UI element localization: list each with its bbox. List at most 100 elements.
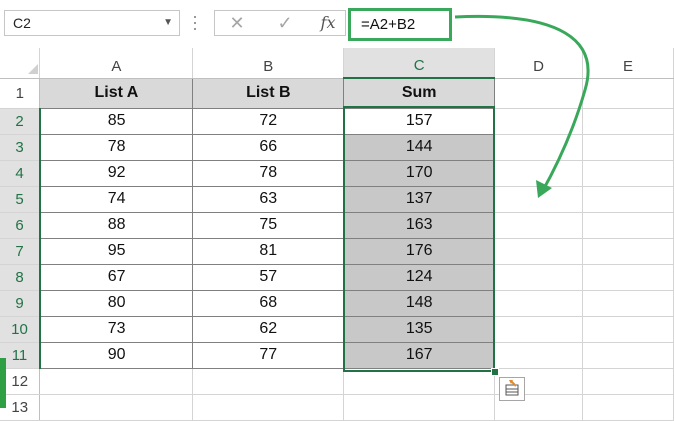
cell-c11[interactable]: 167	[343, 341, 496, 369]
table-row: 10 73 62 135	[0, 315, 674, 343]
cell-a9[interactable]: 80	[39, 289, 194, 317]
row-header-2[interactable]: 2	[0, 108, 41, 135]
chevron-down-icon[interactable]: ▼	[163, 11, 173, 35]
cell-d3[interactable]	[494, 134, 584, 161]
cell-b4[interactable]: 78	[192, 159, 345, 187]
cell-c13[interactable]	[343, 394, 496, 421]
name-box[interactable]: C2 ▼	[4, 10, 180, 36]
cell-c9[interactable]: 148	[343, 289, 496, 317]
cell-b8[interactable]: 57	[192, 263, 345, 291]
cell-e1[interactable]	[582, 78, 674, 109]
cell-b5[interactable]: 63	[192, 185, 345, 213]
cell-e5[interactable]	[582, 186, 674, 213]
cell-b12[interactable]	[192, 368, 345, 395]
fill-handle[interactable]	[491, 368, 499, 376]
header-cell-list-a[interactable]: List A	[39, 77, 194, 109]
row-header-5[interactable]: 5	[0, 186, 41, 213]
cell-a13[interactable]	[39, 394, 194, 421]
insert-function-icon[interactable]: fx	[315, 11, 341, 35]
column-header-e[interactable]: E	[582, 48, 674, 79]
cell-e6[interactable]	[582, 212, 674, 239]
formula-input[interactable]: =A2+B2	[348, 8, 452, 41]
cell-a7[interactable]: 95	[39, 237, 194, 265]
cell-d5[interactable]	[494, 186, 584, 213]
cell-e11[interactable]	[582, 342, 674, 369]
spreadsheet-grid: A B C D E 1 List A List B Sum 2 85 72 15…	[0, 48, 674, 421]
cell-a5[interactable]: 74	[39, 185, 194, 213]
cell-c4[interactable]: 170	[343, 159, 496, 187]
cell-c12[interactable]	[343, 368, 496, 395]
column-header-b[interactable]: B	[192, 48, 345, 79]
cancel-icon[interactable]: ✕	[225, 11, 249, 35]
cell-e10[interactable]	[582, 316, 674, 343]
cell-d6[interactable]	[494, 212, 584, 239]
enter-icon[interactable]: ✓	[273, 11, 297, 35]
column-header-d[interactable]: D	[494, 48, 584, 79]
formula-buttons: ✕ ✓ fx	[214, 10, 346, 36]
cell-d1[interactable]	[494, 78, 584, 109]
cell-d2[interactable]	[494, 108, 584, 135]
cell-a2[interactable]: 85	[39, 107, 194, 135]
sheet-edge-indicator	[0, 358, 6, 408]
row-header-4[interactable]: 4	[0, 160, 41, 187]
row-header-8[interactable]: 8	[0, 264, 41, 291]
column-header-a[interactable]: A	[39, 48, 194, 79]
cell-e3[interactable]	[582, 134, 674, 161]
row-header-3[interactable]: 3	[0, 134, 41, 161]
cell-e2[interactable]	[582, 108, 674, 135]
column-header-c[interactable]: C	[343, 48, 496, 79]
table-row: 4 92 78 170	[0, 159, 674, 187]
cell-d10[interactable]	[494, 316, 584, 343]
cell-c5[interactable]: 137	[343, 185, 496, 213]
cell-a6[interactable]: 88	[39, 211, 194, 239]
cell-b3[interactable]: 66	[192, 133, 345, 161]
row-header-9[interactable]: 9	[0, 290, 41, 317]
cell-b7[interactable]: 81	[192, 237, 345, 265]
cell-a4[interactable]: 92	[39, 159, 194, 187]
row-header-6[interactable]: 6	[0, 212, 41, 239]
cell-e8[interactable]	[582, 264, 674, 291]
cell-b13[interactable]	[192, 394, 345, 421]
cell-a8[interactable]: 67	[39, 263, 194, 291]
cell-c8[interactable]: 124	[343, 263, 496, 291]
name-box-value: C2	[13, 15, 31, 31]
cell-d11[interactable]	[494, 342, 584, 369]
header-cell-list-b[interactable]: List B	[192, 77, 345, 109]
cell-c2-active[interactable]: 157	[343, 107, 496, 135]
splitter-handle[interactable]	[192, 16, 198, 30]
cell-e7[interactable]	[582, 238, 674, 265]
header-cell-sum[interactable]: Sum	[343, 77, 496, 109]
cell-b6[interactable]: 75	[192, 211, 345, 239]
cell-e12[interactable]	[582, 368, 674, 395]
cell-a11[interactable]: 90	[39, 341, 194, 369]
table-row: 2 85 72 157	[0, 107, 674, 135]
table-row: 7 95 81 176	[0, 237, 674, 265]
table-row: 9 80 68 148	[0, 289, 674, 317]
select-all-corner[interactable]	[0, 48, 41, 79]
formula-bar: C2 ▼ ✕ ✓ fx =A2+B2	[0, 0, 674, 48]
row-header-7[interactable]: 7	[0, 238, 41, 265]
cell-b11[interactable]: 77	[192, 341, 345, 369]
cell-e9[interactable]	[582, 290, 674, 317]
quick-analysis-icon[interactable]	[499, 377, 525, 401]
table-row: 3 78 66 144	[0, 133, 674, 161]
cell-e4[interactable]	[582, 160, 674, 187]
cell-d9[interactable]	[494, 290, 584, 317]
cell-c7[interactable]: 176	[343, 237, 496, 265]
cell-b2[interactable]: 72	[192, 107, 345, 135]
cell-c6[interactable]: 163	[343, 211, 496, 239]
cell-d8[interactable]	[494, 264, 584, 291]
cell-c3[interactable]: 144	[343, 133, 496, 161]
cell-a12[interactable]	[39, 368, 194, 395]
row-header-1[interactable]: 1	[0, 78, 41, 109]
cell-d4[interactable]	[494, 160, 584, 187]
cell-d7[interactable]	[494, 238, 584, 265]
cell-b10[interactable]: 62	[192, 315, 345, 343]
row-header-10[interactable]: 10	[0, 316, 41, 343]
cell-a10[interactable]: 73	[39, 315, 194, 343]
cell-c10[interactable]: 135	[343, 315, 496, 343]
cell-a3[interactable]: 78	[39, 133, 194, 161]
table-row: 8 67 57 124	[0, 263, 674, 291]
cell-e13[interactable]	[582, 394, 674, 421]
cell-b9[interactable]: 68	[192, 289, 345, 317]
